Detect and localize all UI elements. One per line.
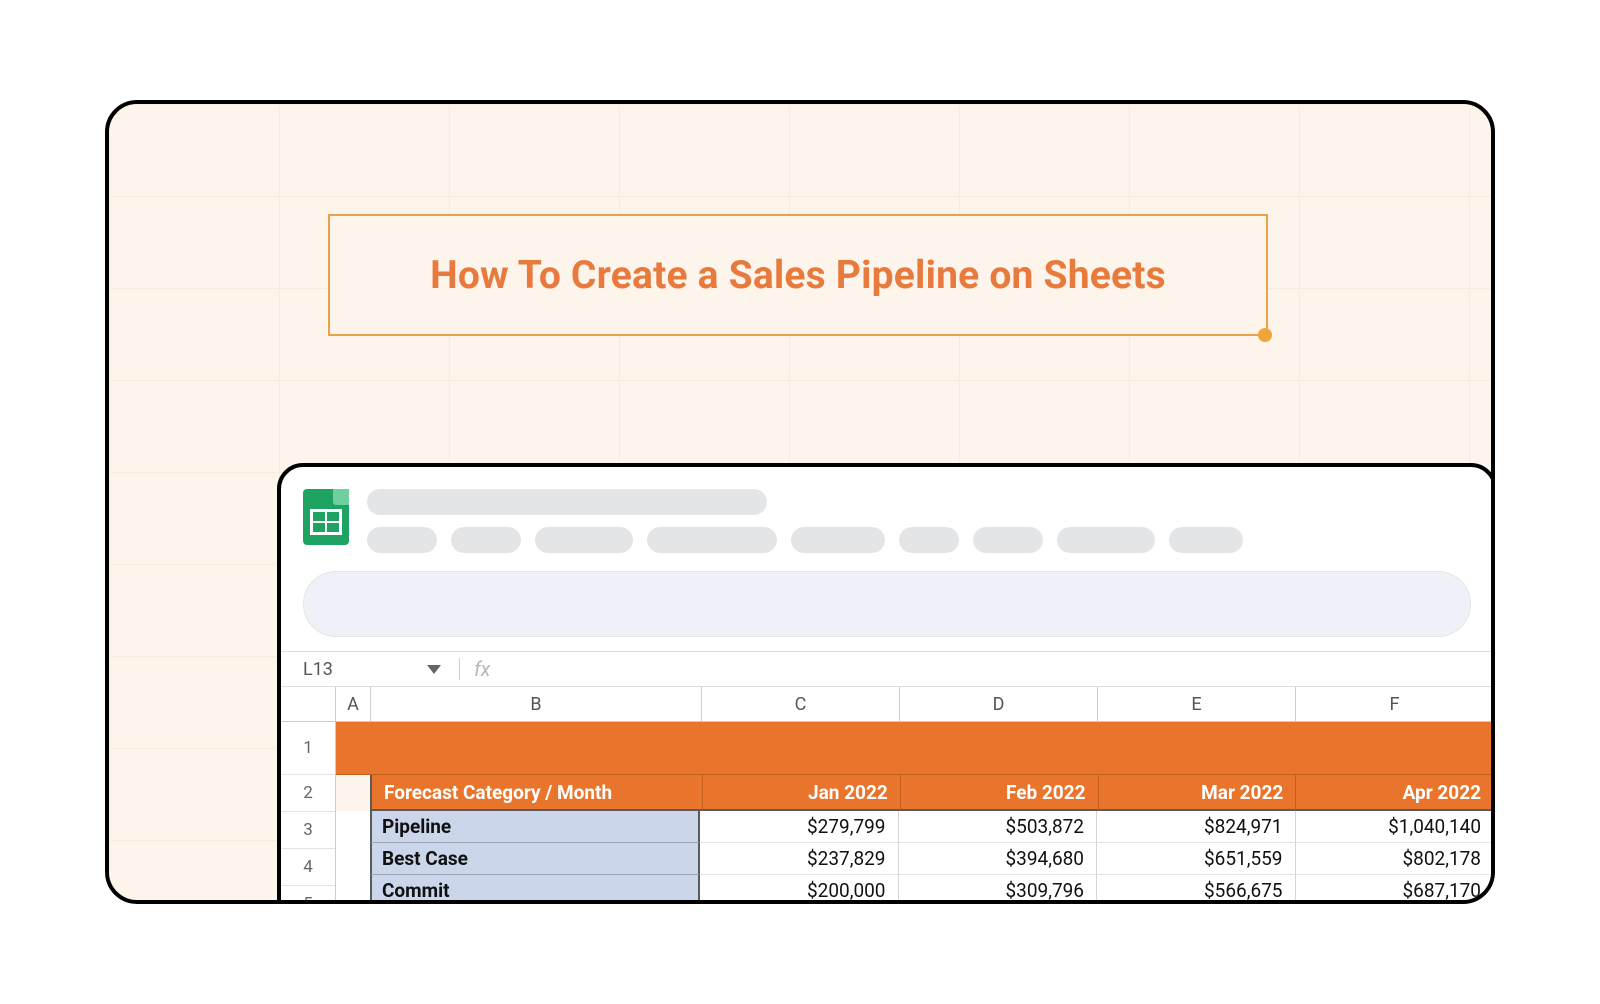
title-band-row[interactable] <box>336 722 1493 775</box>
header-month-jan[interactable]: Jan 2022 <box>703 775 901 811</box>
menu-placeholder <box>647 527 777 553</box>
row-header-2[interactable]: 2 <box>281 775 335 812</box>
tutorial-title: How To Create a Sales Pipeline on Sheets <box>430 252 1166 298</box>
column-header-D[interactable]: D <box>900 687 1098 721</box>
cell-A5[interactable] <box>336 875 370 904</box>
header-category[interactable]: Forecast Category / Month <box>370 775 703 811</box>
row-header-3[interactable]: 3 <box>281 812 335 849</box>
header-month-apr[interactable]: Apr 2022 <box>1296 775 1493 811</box>
table-row: Pipeline $279,799 $503,872 $824,971 $1,0… <box>336 811 1493 843</box>
tutorial-card: How To Create a Sales Pipeline on Sheets <box>105 100 1495 904</box>
category-cell[interactable]: Commit <box>370 875 700 904</box>
row-headers: 1 2 3 4 5 6 <box>281 722 336 904</box>
sheets-header <box>281 467 1493 563</box>
spreadsheet-grid: 1 2 3 4 5 6 Forecast Category / Month Ja… <box>281 722 1493 904</box>
column-header-A[interactable]: A <box>336 687 371 721</box>
name-box-dropdown-icon[interactable] <box>427 665 441 674</box>
column-header-F[interactable]: F <box>1296 687 1493 721</box>
category-cell[interactable]: Pipeline <box>370 811 700 843</box>
header-placeholders <box>367 489 1465 553</box>
cell-A4[interactable] <box>336 843 370 875</box>
select-all-corner[interactable] <box>281 687 336 721</box>
value-cell[interactable]: $566,675 <box>1097 875 1296 904</box>
data-body: Forecast Category / Month Jan 2022 Feb 2… <box>336 722 1493 904</box>
header-month-feb[interactable]: Feb 2022 <box>901 775 1099 811</box>
value-cell[interactable]: $309,796 <box>899 875 1098 904</box>
divider <box>459 658 460 680</box>
value-cell[interactable]: $237,829 <box>700 843 899 875</box>
value-cell[interactable]: $394,680 <box>899 843 1098 875</box>
value-cell[interactable]: $503,872 <box>899 811 1098 843</box>
column-header-E[interactable]: E <box>1098 687 1296 721</box>
table-header-row: Forecast Category / Month Jan 2022 Feb 2… <box>336 775 1493 811</box>
selection-handle-icon <box>1258 328 1272 342</box>
table-row: Best Case $237,829 $394,680 $651,559 $80… <box>336 843 1493 875</box>
header-month-mar[interactable]: Mar 2022 <box>1099 775 1297 811</box>
value-cell[interactable]: $200,000 <box>700 875 899 904</box>
value-cell[interactable]: $802,178 <box>1296 843 1494 875</box>
value-cell[interactable]: $1,040,140 <box>1296 811 1494 843</box>
menu-placeholder-row <box>367 527 1465 553</box>
menu-placeholder <box>973 527 1043 553</box>
sheets-window: L13 fx A B C D E F 1 2 3 4 5 <box>277 463 1495 904</box>
row-header-4[interactable]: 4 <box>281 849 335 886</box>
google-sheets-icon <box>303 489 349 545</box>
title-placeholder <box>367 489 767 515</box>
category-cell[interactable]: Best Case <box>370 843 700 875</box>
menu-placeholder <box>899 527 959 553</box>
menu-placeholder <box>535 527 633 553</box>
menu-placeholder <box>367 527 437 553</box>
name-box-row: L13 fx <box>281 651 1493 687</box>
value-cell[interactable]: $651,559 <box>1097 843 1296 875</box>
column-headers: A B C D E F <box>281 687 1493 722</box>
menu-placeholder <box>451 527 521 553</box>
cell-A2[interactable] <box>336 775 370 811</box>
menu-placeholder <box>1057 527 1155 553</box>
value-cell[interactable]: $824,971 <box>1097 811 1296 843</box>
value-cell[interactable]: $279,799 <box>700 811 899 843</box>
fx-label: fx <box>474 657 490 681</box>
column-header-C[interactable]: C <box>702 687 900 721</box>
row-header-1[interactable]: 1 <box>281 722 335 775</box>
column-header-B[interactable]: B <box>371 687 702 721</box>
table-row: Commit $200,000 $309,796 $566,675 $687,1… <box>336 875 1493 904</box>
menu-placeholder <box>1169 527 1243 553</box>
name-box[interactable]: L13 <box>281 659 423 680</box>
row-header-5[interactable]: 5 <box>281 886 335 904</box>
value-cell[interactable]: $687,170 <box>1296 875 1494 904</box>
title-box: How To Create a Sales Pipeline on Sheets <box>328 214 1268 336</box>
menu-placeholder <box>791 527 885 553</box>
toolbar-placeholder <box>303 571 1471 637</box>
cell-A3[interactable] <box>336 811 370 843</box>
